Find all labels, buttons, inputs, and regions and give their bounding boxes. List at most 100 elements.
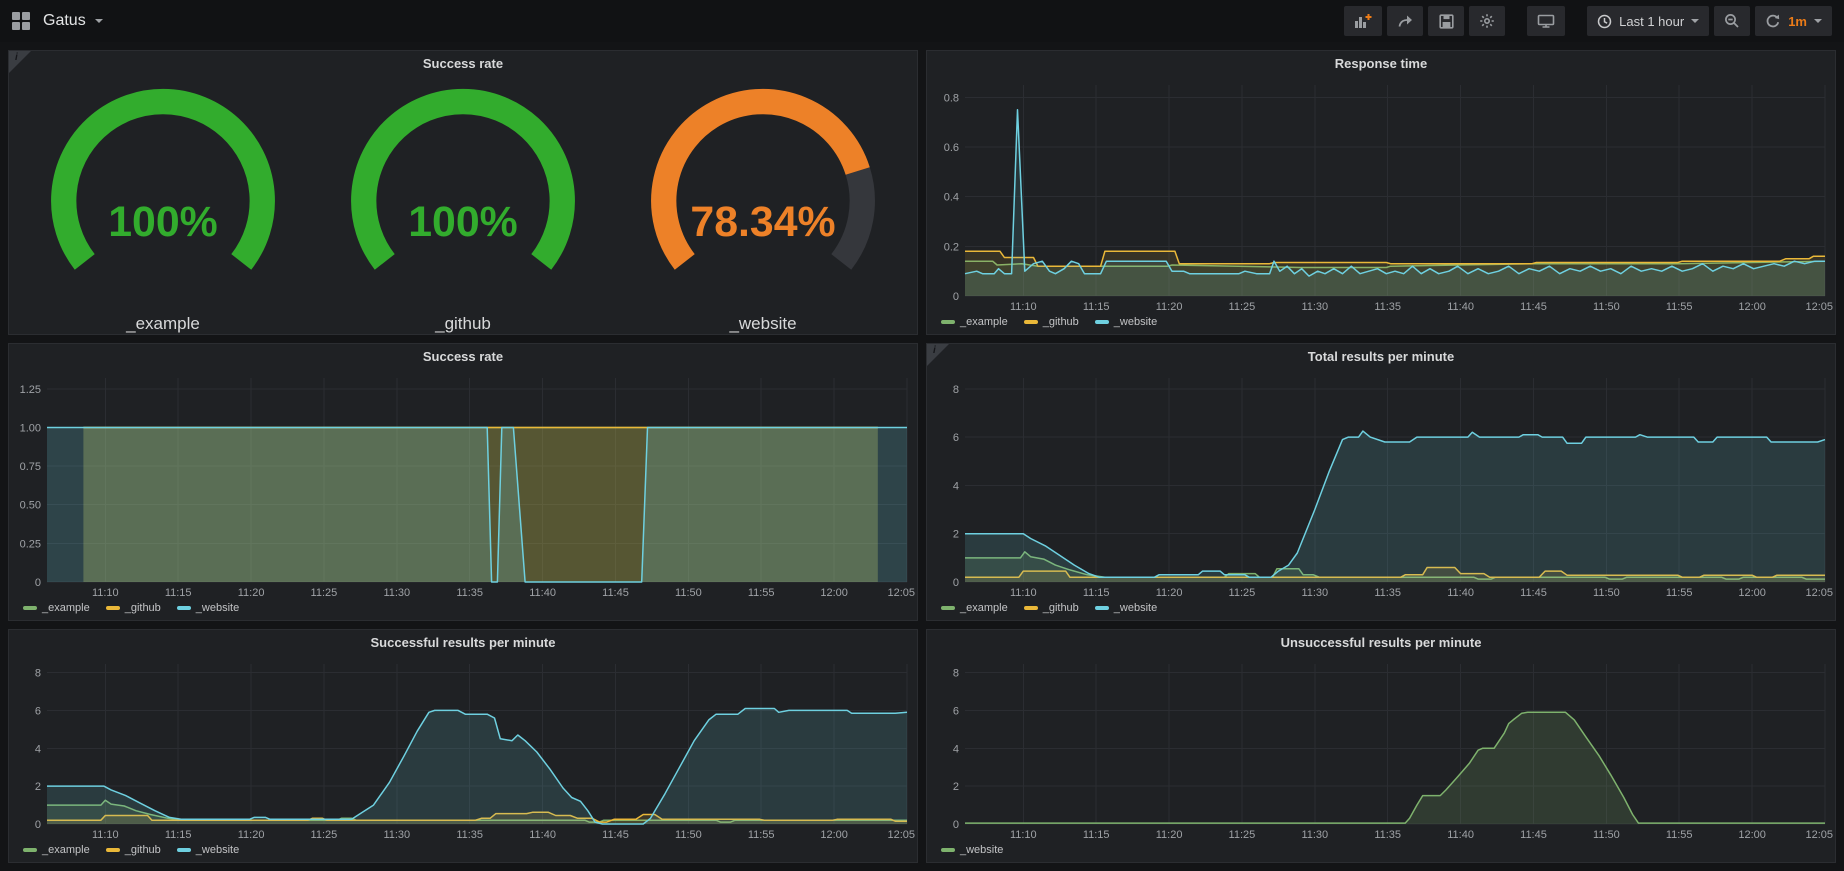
svg-text:0: 0 xyxy=(35,577,41,589)
legend-item-_example[interactable]: _example xyxy=(941,316,1008,328)
gauge-label: _website xyxy=(617,314,909,334)
svg-text:11:50: 11:50 xyxy=(675,587,702,599)
legend-item-_website[interactable]: _website xyxy=(1095,602,1157,614)
navbar: Gatus xyxy=(0,0,1844,42)
tv-mode-button[interactable] xyxy=(1527,6,1565,36)
svg-text:100%: 100% xyxy=(408,198,518,246)
add-panel-button[interactable] xyxy=(1344,6,1382,36)
gauges-container: 100% _example 100% _github 78.34% _website xyxy=(9,77,917,334)
svg-text:11:25: 11:25 xyxy=(311,829,338,841)
svg-text:11:40: 11:40 xyxy=(529,829,556,841)
legend-color-icon xyxy=(1095,606,1109,610)
legend-item-_example[interactable]: _example xyxy=(23,844,90,856)
svg-text:11:50: 11:50 xyxy=(1593,301,1620,313)
legend: _example _github _website xyxy=(9,842,917,862)
gear-icon xyxy=(1479,13,1495,29)
gauge-label: _github xyxy=(317,314,609,334)
successful-results-chart[interactable]: 11:1011:1511:2011:2511:3011:3511:4011:45… xyxy=(9,656,917,842)
legend: _example _github _website xyxy=(927,314,1835,334)
save-button[interactable] xyxy=(1428,6,1464,36)
legend-item-_github[interactable]: _github xyxy=(1024,316,1079,328)
unsuccessful-results-chart[interactable]: 11:1011:1511:2011:2511:3011:3511:4011:45… xyxy=(927,656,1835,842)
svg-text:11:55: 11:55 xyxy=(748,829,775,841)
svg-text:4: 4 xyxy=(953,743,959,755)
refresh-interval-label: 1m xyxy=(1788,14,1807,29)
panel-title[interactable]: Unsuccessful results per minute xyxy=(927,630,1835,656)
svg-text:2: 2 xyxy=(953,781,959,793)
svg-text:11:15: 11:15 xyxy=(165,587,192,599)
legend-item-_website[interactable]: _website xyxy=(177,844,239,856)
svg-text:11:35: 11:35 xyxy=(1374,301,1401,313)
time-range-label: Last 1 hour xyxy=(1619,14,1684,29)
info-corner[interactable] xyxy=(9,51,31,73)
svg-text:100%: 100% xyxy=(108,198,218,246)
svg-text:11:35: 11:35 xyxy=(456,587,483,599)
legend-item-_github[interactable]: _github xyxy=(106,602,161,614)
legend: _example _github _website xyxy=(9,600,917,620)
zoom-out-button[interactable] xyxy=(1714,6,1750,36)
legend-label: _example xyxy=(42,602,90,614)
info-corner[interactable] xyxy=(927,344,949,366)
panel-title[interactable]: Success rate xyxy=(9,51,917,77)
legend-color-icon xyxy=(941,320,955,324)
svg-text:11:10: 11:10 xyxy=(92,587,119,599)
svg-text:8: 8 xyxy=(953,668,959,680)
legend-item-_github[interactable]: _github xyxy=(1024,602,1079,614)
legend-item-_example[interactable]: _example xyxy=(23,602,90,614)
response-time-chart[interactable]: 11:1011:1511:2011:2511:3011:3511:4011:45… xyxy=(927,77,1835,314)
svg-text:11:15: 11:15 xyxy=(1083,829,1110,841)
svg-text:6: 6 xyxy=(35,705,41,717)
svg-text:78.34%: 78.34% xyxy=(690,198,835,246)
chevron-down-icon[interactable] xyxy=(95,19,103,23)
info-icon[interactable]: i xyxy=(933,345,936,356)
legend-color-icon xyxy=(106,606,120,610)
info-icon[interactable]: i xyxy=(15,52,18,63)
bar-chart-icon xyxy=(1354,13,1372,29)
svg-text:4: 4 xyxy=(35,743,41,755)
svg-text:6: 6 xyxy=(953,705,959,717)
legend-item-_example[interactable]: _example xyxy=(941,602,1008,614)
svg-text:11:20: 11:20 xyxy=(1156,301,1183,313)
legend: _example _github _website xyxy=(927,600,1835,620)
svg-text:11:55: 11:55 xyxy=(1666,587,1693,599)
zoom-out-icon xyxy=(1724,13,1740,29)
legend-label: _website xyxy=(1114,602,1157,614)
clock-icon xyxy=(1597,14,1612,29)
legend-color-icon xyxy=(941,606,955,610)
svg-text:11:30: 11:30 xyxy=(1301,301,1328,313)
legend-item-_website[interactable]: _website xyxy=(177,602,239,614)
svg-text:0.25: 0.25 xyxy=(20,538,41,550)
svg-text:11:40: 11:40 xyxy=(1447,829,1474,841)
grafana-logo-icon[interactable] xyxy=(12,12,30,30)
refresh-button[interactable]: 1m xyxy=(1755,6,1832,36)
panel-title[interactable]: Response time xyxy=(927,51,1835,77)
legend-label: _example xyxy=(960,316,1008,328)
settings-button[interactable] xyxy=(1469,6,1505,36)
svg-text:1.25: 1.25 xyxy=(20,384,41,396)
svg-text:11:40: 11:40 xyxy=(529,587,556,599)
share-button[interactable] xyxy=(1387,6,1423,36)
svg-text:0.4: 0.4 xyxy=(944,192,959,204)
legend-color-icon xyxy=(1095,320,1109,324)
svg-text:11:45: 11:45 xyxy=(602,587,629,599)
success-rate-chart[interactable]: 11:1011:1511:2011:2511:3011:3511:4011:45… xyxy=(9,370,917,600)
panel-title[interactable]: Total results per minute xyxy=(927,344,1835,370)
dashboard-title[interactable]: Gatus xyxy=(43,12,86,30)
gauge-label: _example xyxy=(17,314,309,334)
svg-text:0: 0 xyxy=(35,819,41,831)
grafana-dashboard: Gatus xyxy=(0,0,1844,871)
panel-title[interactable]: Successful results per minute xyxy=(9,630,917,656)
total-results-chart[interactable]: 11:1011:1511:2011:2511:3011:3511:4011:45… xyxy=(927,370,1835,600)
svg-text:11:15: 11:15 xyxy=(165,829,192,841)
legend-color-icon xyxy=(1024,606,1038,610)
legend-item-_website[interactable]: _website xyxy=(1095,316,1157,328)
svg-text:11:45: 11:45 xyxy=(602,829,629,841)
panel-title[interactable]: Success rate xyxy=(9,344,917,370)
svg-text:11:55: 11:55 xyxy=(748,587,775,599)
legend-item-_github[interactable]: _github xyxy=(106,844,161,856)
time-range-button[interactable]: Last 1 hour xyxy=(1587,6,1709,36)
panel-success-rate-gauges: i Success rate 100% _example 100% _github 78… xyxy=(8,50,918,335)
legend-item-_website[interactable]: _website xyxy=(941,844,1003,856)
svg-text:11:55: 11:55 xyxy=(1666,301,1693,313)
svg-text:11:25: 11:25 xyxy=(1229,829,1256,841)
